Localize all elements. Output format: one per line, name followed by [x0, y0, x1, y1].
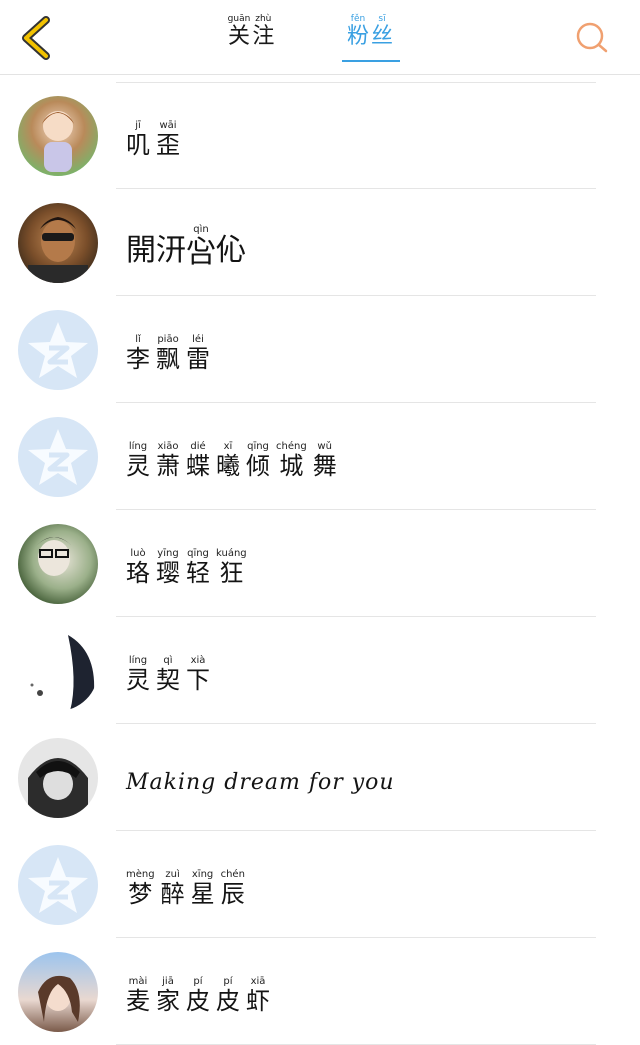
- name-char: 汧: [156, 233, 186, 268]
- fan-name: 梦mèng 醉zuì 星xīng 辰chén: [126, 859, 251, 919]
- fan-row[interactable]: 珞luò 璎yīng 轻qīng 狂kuáng: [0, 510, 640, 617]
- back-button[interactable]: [14, 14, 58, 62]
- fan-row[interactable]: 梦mèng 醉zuì 星xīng 辰chén: [0, 831, 640, 938]
- name-char: 飘piāo: [156, 334, 180, 373]
- name-char: 关guān: [227, 14, 251, 49]
- fan-row[interactable]: 灵líng 萧xiāo 蝶dié 曦xī 倾qīng 城chéng 舞wǔ: [0, 403, 640, 510]
- name-char: 舞wǔ: [312, 441, 337, 480]
- search-icon: [576, 22, 608, 53]
- avatar[interactable]: [18, 738, 98, 818]
- man-sunglasses-avatar: [18, 203, 98, 283]
- fan-name: 李lǐ 飘piāo 雷léi: [126, 324, 216, 384]
- name-char: 家jiā: [156, 976, 180, 1015]
- name-char: 轻qīng: [186, 548, 210, 587]
- anime-boy-avatar: [18, 738, 98, 818]
- name-char: 璎yīng: [156, 548, 180, 587]
- name-char: 下xià: [186, 655, 210, 694]
- avatar[interactable]: [18, 417, 98, 497]
- name-char: 珞luò: [126, 548, 150, 587]
- name-char: 灵líng: [126, 655, 150, 694]
- default-star-avatar: [18, 845, 98, 925]
- anime-girl-avatar: [18, 96, 98, 176]
- tab-label: 粉fěn丝sī: [347, 14, 395, 50]
- fan-row[interactable]: Making dream for you: [0, 724, 640, 831]
- fan-name: 開汧吢qìn 伈: [126, 217, 246, 277]
- name-char: 蝶dié: [186, 441, 210, 480]
- fan-name: 灵líng 契qì 下xià: [126, 645, 216, 705]
- fan-row[interactable]: 麦mài 家jiā 皮pí 皮pí 虾xiā: [0, 938, 640, 1045]
- name-char: 開: [126, 233, 156, 268]
- avatar[interactable]: [18, 96, 98, 176]
- fan-name: 麦mài 家jiā 皮pí 皮pí 虾xiā: [126, 966, 276, 1026]
- fan-name: Making dream for you: [126, 769, 395, 795]
- chevron-left-icon: [22, 16, 50, 60]
- default-star-avatar: [18, 417, 98, 497]
- name-char: 灵líng: [126, 441, 150, 480]
- name-char: 倾qīng: [246, 441, 270, 480]
- name-char: 麦mài: [126, 976, 150, 1015]
- name-char: 狂kuáng: [216, 548, 247, 587]
- fan-name: 灵líng 萧xiāo 蝶dié 曦xī 倾qīng 城chéng 舞wǔ: [126, 431, 343, 491]
- name-char: 萧xiāo: [156, 441, 180, 480]
- tab-label: 关guān注zhù: [228, 14, 277, 50]
- boy-glasses-avatar: [18, 524, 98, 604]
- name-char: 粉fěn: [346, 14, 369, 49]
- name-char: 注zhù: [252, 14, 275, 49]
- name-char: 辰chén: [220, 869, 245, 908]
- avatar[interactable]: [18, 310, 98, 390]
- fan-name: 珞luò 璎yīng 轻qīng 狂kuáng: [126, 538, 253, 598]
- fan-row[interactable]: 叽jī 歪wāi: [0, 82, 640, 189]
- name-char: 李lǐ: [126, 334, 150, 373]
- anime-girl-sky-avatar: [18, 952, 98, 1032]
- name-char: 曦xī: [216, 441, 240, 480]
- name-char: 虾xiā: [246, 976, 270, 1015]
- name-char: 歪wāi: [156, 120, 180, 159]
- avatar[interactable]: [18, 203, 98, 283]
- tab-follow[interactable]: 关guān注zhù: [224, 14, 280, 60]
- avatar[interactable]: [18, 952, 98, 1032]
- top-bar: 关guān注zhù 粉fěn丝sī: [0, 0, 640, 75]
- name-char: 叽jī: [126, 120, 150, 159]
- fan-row[interactable]: 開汧吢qìn 伈: [0, 189, 640, 296]
- name-char: 雷léi: [186, 334, 210, 373]
- default-star-avatar: [18, 310, 98, 390]
- sketch-avatar: [18, 631, 98, 711]
- avatar[interactable]: [18, 631, 98, 711]
- name-char: 皮pí: [216, 976, 240, 1015]
- avatar[interactable]: [18, 845, 98, 925]
- fan-row[interactable]: 李lǐ 飘piāo 雷léi: [0, 296, 640, 403]
- name-char: 皮pí: [186, 976, 210, 1015]
- fan-row[interactable]: 灵líng 契qì 下xià: [0, 617, 640, 724]
- name-char: 星xīng: [190, 869, 215, 908]
- name-char: 吢qìn: [186, 223, 216, 270]
- name-char: 梦mèng: [126, 869, 155, 908]
- search-button[interactable]: [574, 20, 610, 56]
- tab-fans[interactable]: 粉fěn丝sī: [342, 14, 400, 62]
- name-char: 丝sī: [371, 14, 394, 49]
- name-char: 城chéng: [276, 441, 307, 480]
- fan-name: 叽jī 歪wāi: [126, 110, 186, 170]
- name-char: 契qì: [156, 655, 180, 694]
- name-char: 醉zuì: [160, 869, 185, 908]
- name-char: 伈: [216, 233, 246, 268]
- avatar[interactable]: [18, 524, 98, 604]
